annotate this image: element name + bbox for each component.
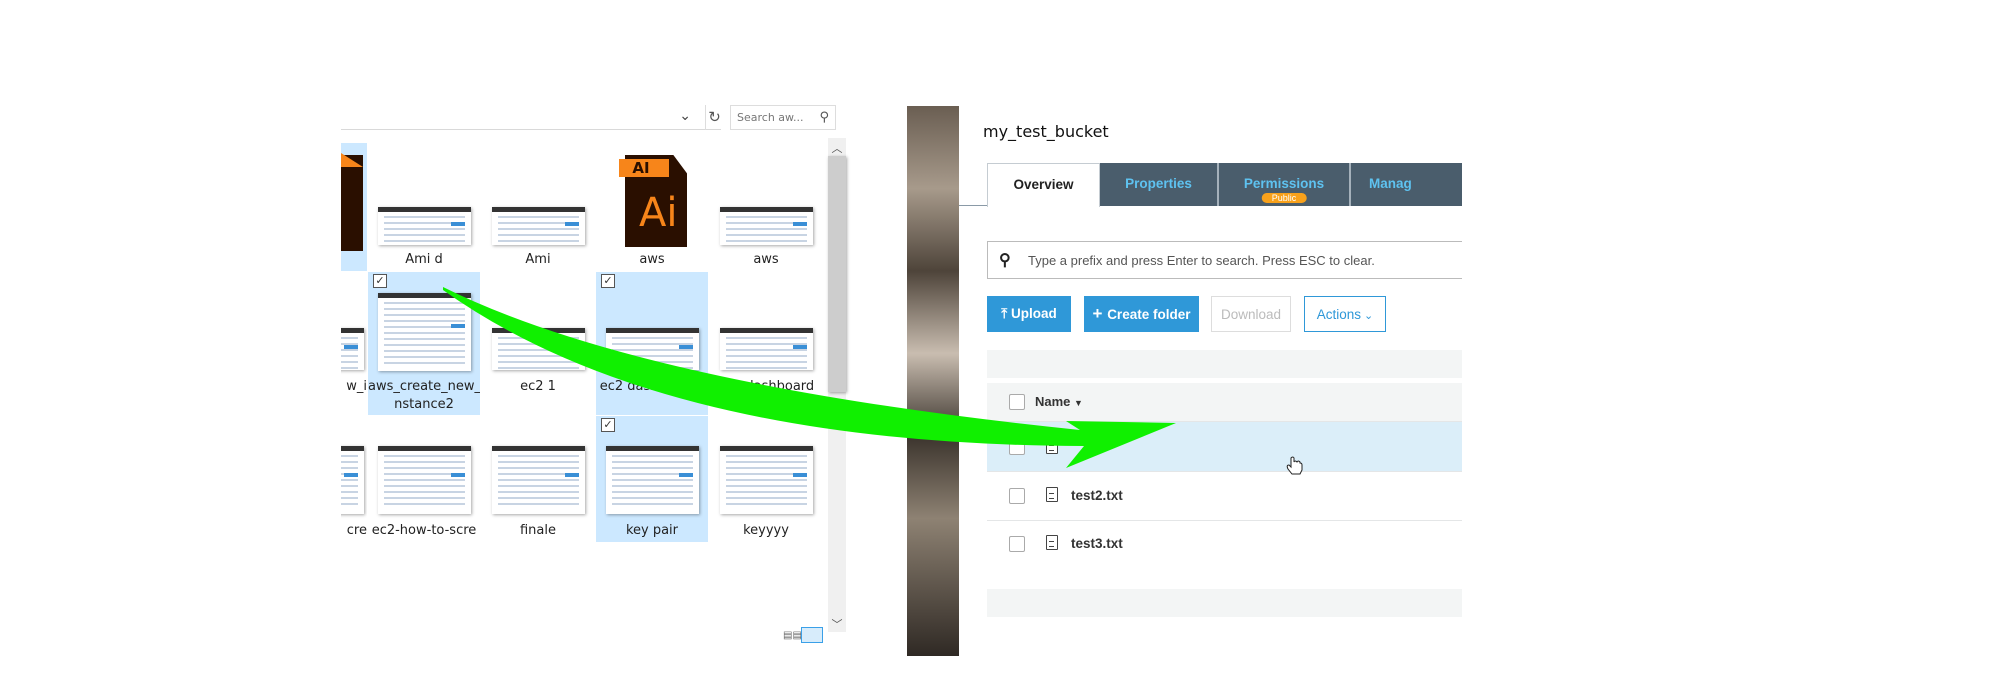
green-arrow-icon — [443, 287, 1176, 468]
drag-arrow-overlay — [443, 287, 1303, 475]
hand-cursor-icon — [1286, 456, 1303, 475]
